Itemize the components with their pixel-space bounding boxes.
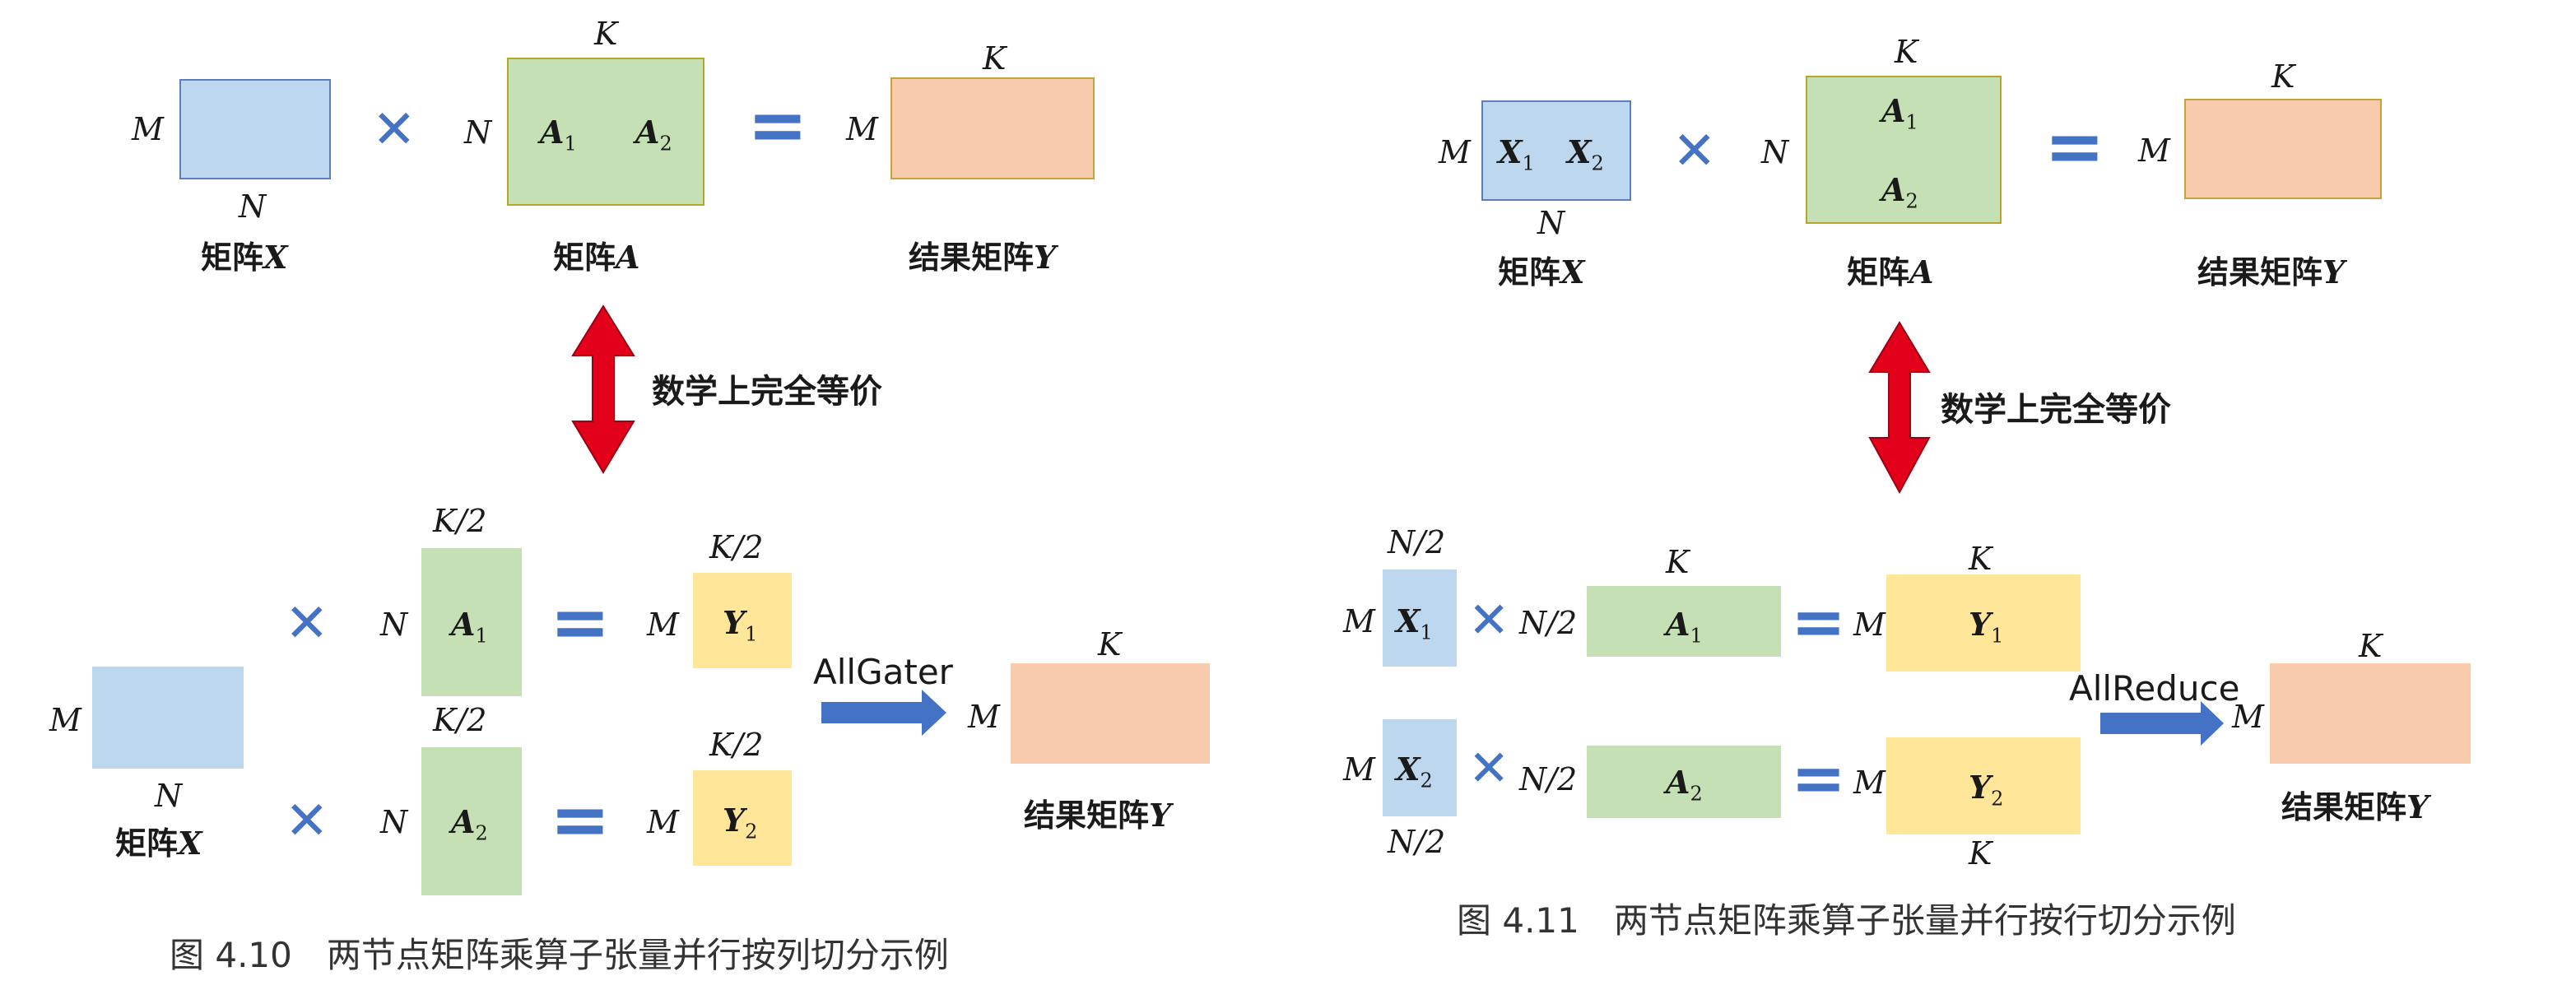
left-a1-k2-label: K/2 [433,503,487,539]
left-a-n-label: N [464,114,492,151]
right-y2-k-label: K [1969,835,1992,872]
left-result-matrix-y [1011,663,1210,764]
right-equivalence-text: 数学上完全等价 [1941,391,2171,429]
right-y1-k-label: K [1969,541,1992,577]
right-x1-label: X1 [1498,133,1535,175]
right-x2-n2-label: N/2 [1388,824,1446,860]
left-equals-row1: = [550,579,611,664]
right-matrix-a-caption: 矩阵A [1847,253,1934,291]
left-y-k-label: K [983,40,1007,77]
left-x-m-label: M [132,111,164,147]
left-matrix-a [507,58,704,206]
right-a1-k-label: K [1666,544,1690,580]
left-y2-label: Y2 [723,802,758,844]
right-a1-n2-label: N/2 [1519,605,1578,641]
right-a-n-label: N [1761,134,1789,170]
right-bottom-x1-label: X1 [1396,602,1433,644]
left-y1-label: Y1 [723,604,758,646]
left-allgather-arrow [821,690,946,736]
right-matrix-x-caption: 矩阵X [1498,253,1585,291]
right-bottom-a1-label: A1 [1666,606,1703,648]
left-times-top: ✕ [372,100,416,160]
left-a2-k2-label: K/2 [433,702,487,738]
right-y1-m-label: M [1853,607,1886,643]
right-a1-label: A1 [1881,92,1918,134]
left-bottom-x-n-label: N [155,778,183,814]
left-equivalence-text: 数学上完全等价 [652,373,882,411]
right-result-k-label: K [2359,628,2383,664]
left-matrix-a-caption: 矩阵A [553,239,640,276]
left-bottom-matrix-x [92,667,244,769]
right-matrix-y-caption: 结果矩阵Y [2197,253,2346,291]
left-bottom-matrix-x-caption: 矩阵X [115,825,202,862]
right-x1-n2-label: N/2 [1388,524,1446,560]
left-result-m-label: M [968,699,1000,735]
left-times-row2: ✕ [285,791,329,852]
left-y2-k2-label: K/2 [709,727,764,763]
right-bottom-y1-label: Y1 [1969,606,2004,648]
left-result-k-label: K [1098,626,1122,662]
right-result-caption: 结果矩阵Y [2281,788,2430,825]
right-x1-m-label: M [1343,603,1375,639]
right-a2-n2-label: N/2 [1519,761,1578,797]
left-bottom-a2-label: A2 [451,803,488,845]
left-y1-m-label: M [647,607,679,643]
right-allreduce-label: AllReduce [2069,668,2240,709]
left-matrix-x [179,79,331,179]
right-result-m-label: M [2232,699,2264,735]
left-bottom-a1-label: A1 [451,606,488,648]
right-equals-row2: = [1791,740,1847,816]
left-y-m-label: M [846,111,878,147]
left-allgather-label: AllGater [813,652,953,692]
left-equals-top: = [747,82,808,167]
right-x2-m-label: M [1343,751,1375,788]
right-a2-label: A2 [1881,171,1918,213]
right-times-row2: ✕ [1468,740,1510,797]
left-result-caption: 结果矩阵Y [1024,797,1172,834]
left-x-n-label: N [239,188,267,225]
right-y-m-label: M [2138,132,2170,169]
right-x-m-label: M [1439,134,1471,170]
left-bottom-x-m-label: M [49,702,81,738]
left-times-row1: ✕ [285,593,329,654]
right-bottom-y2-label: Y2 [1969,769,2004,811]
left-matrix-x-caption: 矩阵X [201,239,288,276]
left-a1-n-label: N [380,607,408,643]
left-matrix-y-caption: 结果矩阵Y [909,239,1057,276]
right-equals-row1: = [1791,583,1847,660]
right-x2-label: X2 [1567,133,1604,175]
right-bottom-x2-label: X2 [1396,751,1433,793]
left-a2-label: A2 [635,114,672,156]
left-equivalence-arrow [571,304,635,474]
right-a-k-label: K [1895,34,1918,70]
right-result-matrix-y [2270,663,2471,764]
left-equals-row2: = [550,777,611,862]
right-times-row1: ✕ [1468,592,1510,649]
left-y2-m-label: M [647,804,679,840]
left-figure-caption: 图 4.10 两节点矩阵乘算子张量并行按列切分示例 [170,935,949,975]
right-equivalence-arrow [1868,321,1931,495]
right-y2-m-label: M [1853,765,1886,801]
right-y-k-label: K [2271,58,2295,95]
right-times-top: ✕ [1672,121,1717,182]
left-matrix-y [890,77,1095,179]
right-bottom-a2-label: A2 [1666,764,1703,806]
right-equals-top: = [2044,104,2105,188]
left-a1-label: A1 [540,114,577,156]
left-a-k-label: K [594,16,618,52]
left-a2-n-label: N [380,804,408,840]
left-y1-k2-label: K/2 [709,529,764,565]
right-x-n-label: N [1537,205,1565,241]
right-matrix-y [2184,99,2382,199]
right-figure-caption: 图 4.11 两节点矩阵乘算子张量并行按行切分示例 [1457,900,2236,941]
